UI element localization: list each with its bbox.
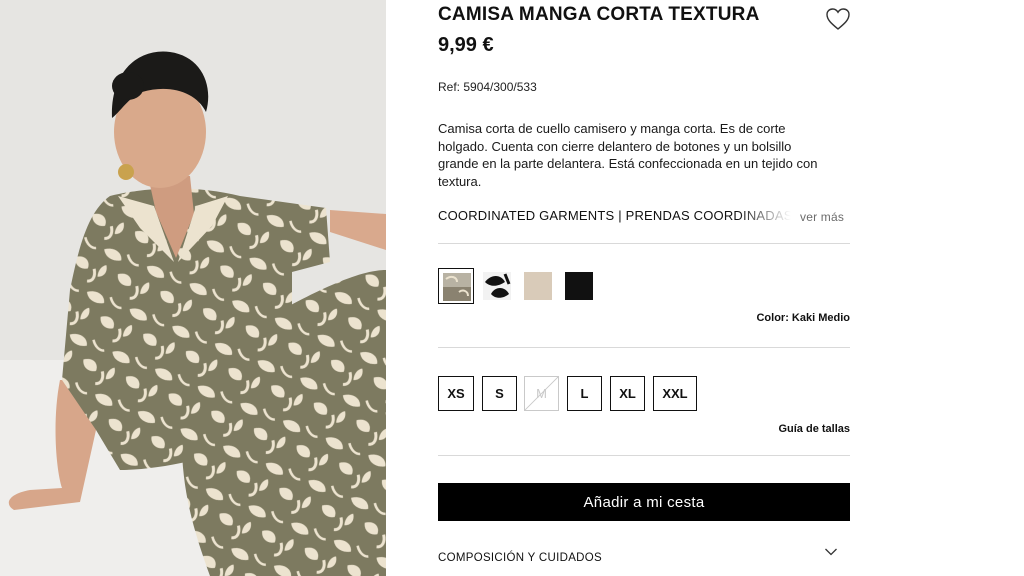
- see-more-link[interactable]: ver más: [800, 210, 844, 224]
- divider: [438, 347, 850, 348]
- coordinated-garments-row: COORDINATED GARMENTS | PRENDAS COORDINAD…: [438, 207, 850, 227]
- size-s-button[interactable]: S: [482, 376, 517, 411]
- size-m-button-unavailable[interactable]: M: [524, 376, 559, 411]
- product-reference: Ref: 5904/300/533: [438, 80, 537, 94]
- swatch-chip: [483, 272, 511, 300]
- selected-color: Color: Kaki Medio: [756, 312, 850, 324]
- model-illustration: [0, 0, 386, 576]
- favorite-button[interactable]: [824, 6, 852, 32]
- product-description: Camisa corta de cuello camisero y manga …: [438, 121, 818, 189]
- size-guide-link[interactable]: Guía de tallas: [778, 423, 850, 435]
- size-label: XS: [447, 386, 465, 401]
- swatch-beige[interactable]: [520, 268, 556, 304]
- composition-care-accordion[interactable]: COMPOSICIÓN Y CUIDADOS: [438, 545, 850, 573]
- size-label: XL: [619, 386, 636, 401]
- add-to-cart-button[interactable]: Añadir a mi cesta: [438, 483, 850, 521]
- size-xxl-button[interactable]: XXL: [653, 376, 697, 411]
- size-label: S: [495, 386, 504, 401]
- size-xs-button[interactable]: XS: [438, 376, 474, 411]
- size-label: XXL: [662, 386, 688, 401]
- product-price: 9,99 €: [438, 34, 494, 56]
- swatch-chip: [524, 272, 552, 300]
- size-xl-button[interactable]: XL: [610, 376, 645, 411]
- swatch-black[interactable]: [561, 268, 597, 304]
- size-label: L: [580, 386, 589, 401]
- product-title: CAMISA MANGA CORTA TEXTURA: [438, 4, 760, 25]
- size-l-button[interactable]: L: [567, 376, 602, 411]
- swatch-kaki-medio[interactable]: [438, 268, 474, 304]
- swatch-chip: [443, 273, 471, 301]
- chevron-down-icon: [825, 548, 837, 556]
- unavailable-slash: [525, 377, 558, 410]
- color-label: Color:: [756, 312, 789, 324]
- color-value: Kaki Medio: [791, 312, 850, 324]
- divider: [438, 243, 850, 244]
- text-fade: [738, 207, 800, 227]
- product-detail-panel: CAMISA MANGA CORTA TEXTURA 9,99 € Ref: 5…: [438, 0, 850, 576]
- divider: [438, 455, 850, 456]
- composition-care-label: COMPOSICIÓN Y CUIDADOS: [438, 552, 603, 564]
- product-photo[interactable]: [0, 0, 386, 576]
- heart-outline-icon: [826, 8, 850, 30]
- swatch-chip: [565, 272, 593, 300]
- swatch-black-white-print[interactable]: [479, 268, 515, 304]
